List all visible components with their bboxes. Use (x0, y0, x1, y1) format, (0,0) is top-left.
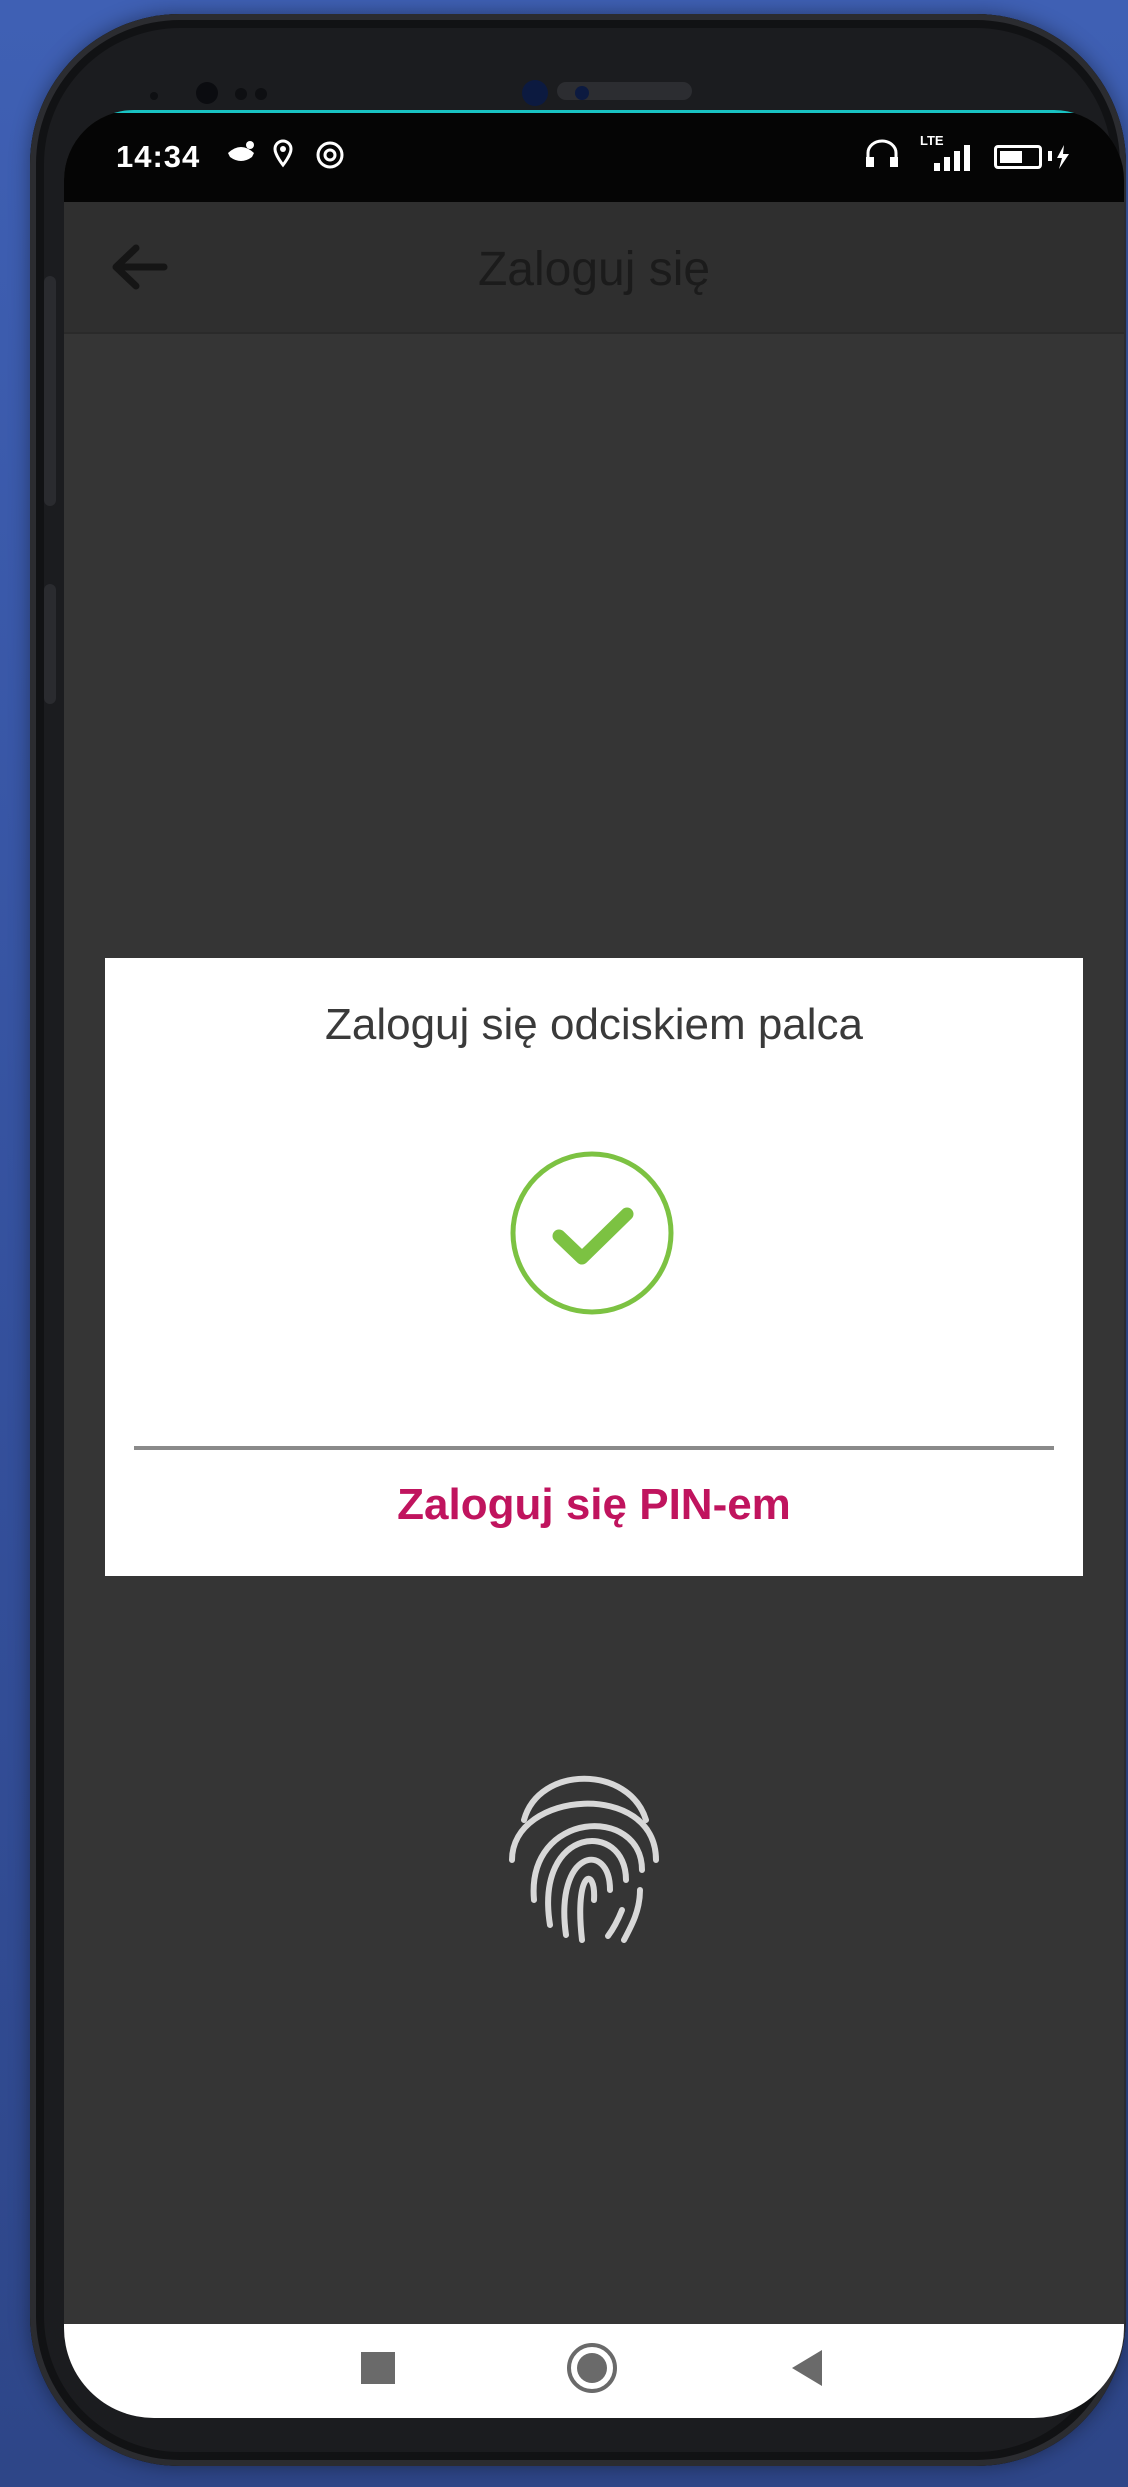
notification-icon (224, 139, 258, 176)
sensor-dot (150, 92, 158, 100)
check-circle-icon (509, 1150, 675, 1316)
triangle-back-icon[interactable] (792, 2350, 822, 2386)
page-title: Zaloguj się (477, 243, 711, 296)
square-icon[interactable] (361, 2352, 395, 2384)
circle-icon[interactable] (566, 2342, 618, 2394)
dialog-divider (134, 1446, 1054, 1450)
battery-fill (1000, 151, 1022, 163)
phone-screen: 14:34 LTE Zaloguj się Zaloguj się odcisk… (64, 110, 1124, 2418)
location-icon (272, 139, 294, 176)
battery-tip (1048, 143, 1074, 178)
sync-icon (314, 139, 346, 178)
iris-camera-dot (522, 80, 548, 106)
headphones-icon (864, 139, 900, 176)
signal-icon (932, 145, 972, 180)
status-time: 14:34 (116, 139, 201, 174)
app-toolbar: Zaloguj się (64, 202, 1124, 334)
android-navigation-bar (64, 2324, 1124, 2418)
front-camera-dot (196, 82, 218, 104)
dialog-title: Zaloguj się odciskiem palca (324, 1000, 864, 1049)
power-button (44, 584, 56, 704)
status-bar: 14:34 LTE (64, 110, 1124, 202)
sensor-dot (235, 88, 247, 100)
fingerprint-dialog: Zaloguj się odciskiem palca Zaloguj się … (105, 958, 1083, 1576)
volume-button (44, 276, 56, 506)
fingerprint-icon[interactable] (504, 1750, 664, 1945)
login-with-pin-button[interactable]: Zaloguj się PIN-em (105, 1480, 1083, 1530)
iris-sensor-dot (575, 86, 589, 100)
battery-icon (994, 145, 1042, 169)
sensor-dot (255, 88, 267, 100)
